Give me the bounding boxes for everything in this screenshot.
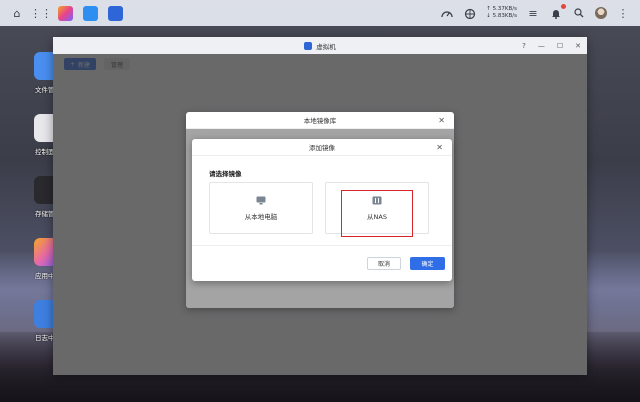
help-button[interactable]: ? <box>522 42 526 50</box>
maximize-icon[interactable]: ☐ <box>557 42 563 50</box>
image-library-titlebar: 本地镜像库 ✕ <box>186 112 454 129</box>
notification-badge <box>561 4 566 9</box>
add-image-close-icon[interactable]: ✕ <box>436 139 443 155</box>
image-library-title: 本地镜像库 <box>303 117 337 125</box>
app-grid-icon[interactable]: ⋮⋮ <box>30 6 52 20</box>
close-icon[interactable]: ✕ <box>575 42 581 50</box>
gauge-icon[interactable] <box>440 6 454 20</box>
taskbar: ⌂ ⋮⋮ ↑ 5.37KB/s ↓ 5.83KB/s ≡ ⋮ <box>0 0 640 26</box>
bell-icon[interactable] <box>549 4 566 20</box>
image-library-close-icon[interactable]: ✕ <box>438 112 445 128</box>
home-icon[interactable]: ⌂ <box>10 6 24 20</box>
network-icon[interactable] <box>463 6 477 20</box>
window-controls: ? — ☐ ✕ <box>522 37 581 54</box>
taskbar-app-photos-icon[interactable] <box>58 5 73 21</box>
monitor-icon <box>256 196 266 204</box>
menu-icon[interactable]: ≡ <box>526 6 540 20</box>
nas-option-highlight <box>341 190 413 237</box>
vm-app-icon <box>304 41 313 50</box>
taskbar-left: ⌂ ⋮⋮ <box>0 5 123 21</box>
option-from-local-pc[interactable]: 从本地电脑 <box>209 182 313 234</box>
download-speed: ↓ 5.83KB/s <box>486 13 517 19</box>
add-image-titlebar: 添加镜像 ✕ <box>192 139 452 156</box>
taskbar-app-vm-icon[interactable] <box>108 5 123 21</box>
network-speed: ↑ 5.37KB/s ↓ 5.83KB/s <box>486 6 517 20</box>
avatar[interactable] <box>595 7 607 19</box>
search-icon[interactable] <box>572 6 586 20</box>
taskbar-app-bird-icon[interactable] <box>83 5 98 21</box>
cancel-button[interactable]: 取消 <box>367 257 401 270</box>
add-image-dialog: 添加镜像 ✕ 请选择镜像 从本地电脑 从NAS 取消 确定 <box>192 139 452 281</box>
confirm-button[interactable]: 确定 <box>410 257 445 270</box>
add-image-title: 添加镜像 <box>309 144 335 152</box>
window-titlebar[interactable]: 虚拟机 ? — ☐ ✕ <box>53 37 587 54</box>
taskbar-right: ↑ 5.37KB/s ↓ 5.83KB/s ≡ ⋮ <box>440 4 640 20</box>
minimize-icon[interactable]: — <box>538 42 545 50</box>
upload-speed: ↑ 5.37KB/s <box>486 6 517 12</box>
window-title: 虚拟机 <box>316 42 336 51</box>
more-vertical-icon[interactable]: ⋮ <box>616 6 630 20</box>
option-from-local-pc-label: 从本地电脑 <box>244 212 278 221</box>
add-image-footer: 取消 确定 <box>192 245 452 281</box>
select-image-label: 请选择镜像 <box>209 170 242 178</box>
